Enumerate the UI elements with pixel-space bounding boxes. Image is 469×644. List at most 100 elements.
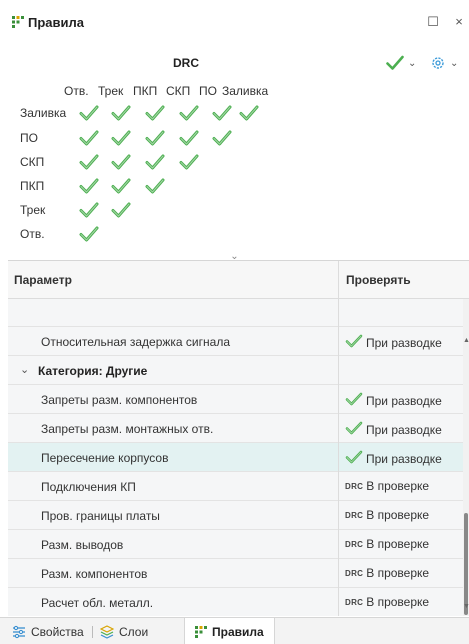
- check-icon: [111, 130, 131, 146]
- matrix-column-label: ПКП: [133, 84, 158, 98]
- close-button[interactable]: ×: [452, 15, 466, 29]
- matrix-check-cell[interactable]: [111, 129, 131, 147]
- check-icon: [212, 130, 232, 146]
- check-icon: [111, 105, 131, 121]
- table-row[interactable]: Запреты разм. монтажных отв. При разводке: [8, 414, 469, 443]
- matrix-column-label: ПО: [199, 84, 217, 98]
- check-icon: [79, 154, 99, 170]
- param-name: Подключения КП: [41, 480, 136, 494]
- matrix-check-cell[interactable]: [179, 153, 199, 171]
- matrix-row-label: Трек: [20, 203, 46, 217]
- check-mode-value[interactable]: DRC В проверке: [345, 508, 429, 522]
- drc-title: DRC: [173, 56, 199, 70]
- scroll-down-arrow[interactable]: ▼: [463, 603, 469, 610]
- chevron-down-icon[interactable]: ⌄: [20, 363, 29, 376]
- matrix-check-cell[interactable]: [212, 104, 232, 122]
- layers-icon: [100, 624, 114, 639]
- matrix-check-cell[interactable]: [79, 225, 99, 243]
- matrix-check-cell[interactable]: [145, 104, 165, 122]
- matrix-check-cell[interactable]: [212, 129, 232, 147]
- param-name: Разм. выводов: [41, 538, 124, 552]
- check-mode-value[interactable]: При разводке: [345, 392, 442, 409]
- check-icon: [145, 178, 165, 194]
- check-mode-label: При разводке: [366, 335, 442, 350]
- check-icon: [239, 105, 259, 121]
- matrix-check-cell[interactable]: [79, 201, 99, 219]
- scrollbar[interactable]: [463, 299, 469, 616]
- table-row[interactable]: Запреты разм. компонентов При разводке: [8, 385, 469, 414]
- check-mode-value[interactable]: При разводке: [345, 450, 442, 467]
- tab-rules[interactable]: Правила: [184, 618, 275, 644]
- check-icon: [179, 105, 199, 121]
- check-mode-value[interactable]: DRC В проверке: [345, 479, 429, 493]
- table-row[interactable]: Подключения КП DRC В проверке: [8, 472, 469, 501]
- matrix-check-cell[interactable]: [179, 129, 199, 147]
- check-icon: [79, 202, 99, 218]
- check-mode-label: При разводке: [366, 451, 442, 466]
- matrix-check-cell[interactable]: [145, 129, 165, 147]
- matrix-check-cell[interactable]: [111, 153, 131, 171]
- table-row[interactable]: Относительная задержка сигнала При развод…: [8, 327, 469, 356]
- tab-properties[interactable]: Свойства: [12, 618, 84, 644]
- category-label: Категория: Другие: [38, 364, 148, 378]
- maximize-button[interactable]: ☐: [426, 15, 440, 29]
- tab-separator: [92, 626, 93, 638]
- matrix-row-label: ПКП: [20, 179, 45, 193]
- table-row[interactable]: Разм. выводов DRC В проверке: [8, 530, 469, 559]
- check-mode-dropdown[interactable]: ⌄: [386, 54, 416, 72]
- check-mode-label: При разводке: [366, 422, 442, 437]
- matrix-check-cell[interactable]: [111, 177, 131, 195]
- chevron-down-icon: ⌄: [450, 57, 459, 69]
- matrix-check-cell[interactable]: [111, 104, 131, 122]
- panel-title: Правила: [28, 15, 84, 30]
- category-row[interactable]: ⌄ Категория: Другие: [8, 356, 469, 385]
- tab-rules-label: Правила: [212, 624, 264, 639]
- rules-grid-icon: [12, 16, 24, 28]
- check-mode-label: В проверке: [366, 479, 430, 493]
- matrix-check-cell[interactable]: [145, 153, 165, 171]
- check-mode-value[interactable]: DRC В проверке: [345, 537, 429, 551]
- matrix-column-label: Отв.: [64, 84, 89, 98]
- matrix-check-cell[interactable]: [111, 201, 131, 219]
- tab-properties-label: Свойства: [31, 624, 84, 639]
- bottom-tabbar: Свойства Слои Правила: [0, 617, 469, 644]
- check-column-header[interactable]: Проверять: [346, 273, 411, 287]
- drc-badge-icon: DRC: [345, 510, 364, 520]
- drc-badge-icon: DRC: [345, 539, 364, 549]
- param-name: Относительная задержка сигнала: [41, 335, 230, 349]
- table-row[interactable]: Пров. границы платы DRC В проверке: [8, 501, 469, 530]
- param-name: Расчет обл. металл.: [41, 596, 154, 610]
- matrix-check-cell[interactable]: [239, 104, 259, 122]
- scroll-up-arrow[interactable]: ▲: [463, 337, 469, 344]
- check-mode-value[interactable]: DRC В проверке: [345, 595, 429, 609]
- matrix-check-cell[interactable]: [145, 177, 165, 195]
- scrollbar-thumb[interactable]: [464, 513, 468, 615]
- table-row-blank[interactable]: [8, 299, 469, 327]
- param-name: Запреты разм. монтажных отв.: [41, 422, 214, 436]
- matrix-check-cell[interactable]: [79, 177, 99, 195]
- param-column-header[interactable]: Параметр: [14, 273, 72, 287]
- chevron-down-icon: ⌄: [408, 57, 417, 69]
- check-icon: [111, 202, 131, 218]
- table-row[interactable]: Расчет обл. металл. DRC В проверке: [8, 588, 469, 616]
- matrix-check-cell[interactable]: [179, 104, 199, 122]
- panel-titlebar: Правила ☐ ×: [0, 0, 469, 44]
- check-mode-value[interactable]: При разводке: [345, 421, 442, 438]
- check-mode-value[interactable]: DRC В проверке: [345, 566, 429, 580]
- matrix-check-cell[interactable]: [79, 129, 99, 147]
- matrix-column-label: СКП: [166, 84, 191, 98]
- column-divider[interactable]: [338, 261, 339, 616]
- drc-badge-icon: DRC: [345, 597, 364, 607]
- table-row[interactable]: Пересечение корпусов При разводке: [8, 443, 469, 472]
- matrix-check-cell[interactable]: [79, 153, 99, 171]
- check-mode-value[interactable]: При разводке: [345, 334, 442, 351]
- tab-layers[interactable]: Слои: [100, 618, 148, 644]
- table-row[interactable]: Разм. компонентов DRC В проверке: [8, 559, 469, 588]
- matrix-check-cell[interactable]: [79, 104, 99, 122]
- settings-dropdown[interactable]: ⌄: [430, 54, 458, 72]
- check-mode-label: В проверке: [366, 537, 430, 551]
- check-icon: [345, 334, 363, 351]
- check-mode-label: При разводке: [366, 393, 442, 408]
- matrix-column-label: Трек: [98, 84, 124, 98]
- matrix-row-label: СКП: [20, 155, 45, 169]
